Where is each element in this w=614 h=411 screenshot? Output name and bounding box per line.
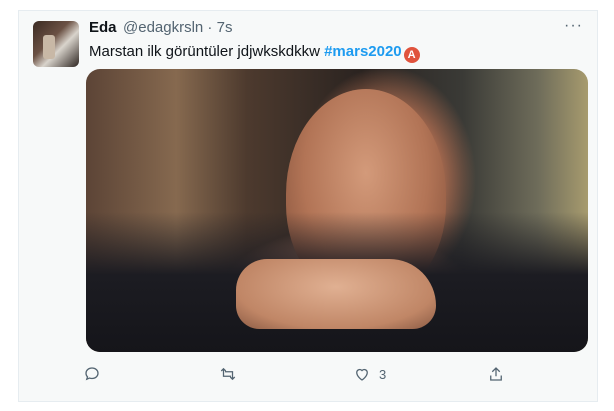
tweet-text: Marstan ilk görüntüler jdjwkskdkkw #mars… xyxy=(89,43,420,63)
heart-icon xyxy=(356,368,368,381)
share-icon xyxy=(490,367,502,381)
retweet-icon xyxy=(220,367,236,381)
author-name[interactable]: Eda xyxy=(89,19,117,36)
tweet-card[interactable]: Eda @edagkrsln · 7s ··· Marstan ilk görü… xyxy=(18,10,598,402)
share-button[interactable] xyxy=(487,365,505,383)
like-button[interactable]: 3 xyxy=(353,365,386,383)
retweet-button[interactable] xyxy=(219,365,237,383)
reply-button[interactable] xyxy=(83,365,101,383)
tweet-body: Marstan ilk görüntüler jdjwkskdkkw xyxy=(89,43,325,60)
action-bar: 3 xyxy=(19,361,599,391)
image-hand xyxy=(236,259,436,329)
emoji-icon: A xyxy=(403,47,420,63)
hashtag-link[interactable]: #mars2020 xyxy=(324,43,402,60)
avatar[interactable] xyxy=(33,21,79,67)
reply-icon xyxy=(85,367,99,381)
author-handle[interactable]: @edagkrsln · 7s xyxy=(123,19,232,36)
more-options-icon[interactable]: ··· xyxy=(564,17,583,35)
like-count: 3 xyxy=(379,366,387,382)
tweet-image[interactable] xyxy=(86,69,588,352)
